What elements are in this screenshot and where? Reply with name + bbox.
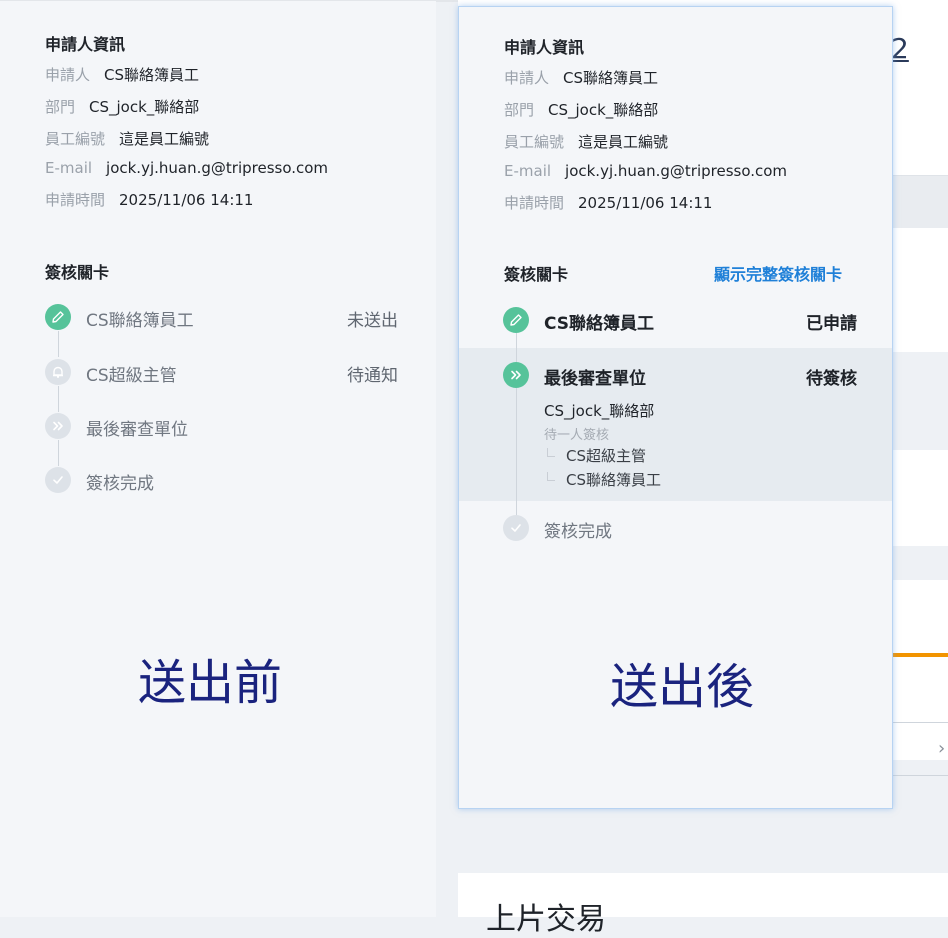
field-value: jock.yj.huan.g@tripresso.com xyxy=(106,159,329,177)
field-value: 2025/11/06 14:11 xyxy=(578,194,713,212)
step-label: 簽核完成 xyxy=(86,474,154,494)
field-applied-time: 申請時間 2025/11/06 14:11 xyxy=(45,189,253,210)
step-connector xyxy=(516,388,517,516)
applicant-info-title: 申請人資訊 xyxy=(504,38,585,57)
step-label: CS聯絡簿員工 xyxy=(86,311,194,331)
step-status: 待通知 xyxy=(347,366,398,386)
field-label: E-mail xyxy=(45,159,93,177)
approval-stages-title: 簽核關卡 xyxy=(504,265,569,284)
tree-branch xyxy=(547,448,555,457)
step-label: 最後審查單位 xyxy=(544,369,646,389)
field-applicant: 申請人 CS聯絡簿員工 xyxy=(504,67,658,88)
stage-member: CS聯絡簿員工 xyxy=(566,471,661,489)
stage-member: CS超級主管 xyxy=(566,447,646,465)
tree-branch xyxy=(547,472,555,481)
field-applied-time: 申請時間 2025/11/06 14:11 xyxy=(504,192,712,213)
step-connector xyxy=(58,440,59,466)
step-label: CS超級主管 xyxy=(86,366,177,386)
field-label: 部門 xyxy=(45,98,76,116)
pencil-icon xyxy=(45,304,71,330)
field-value: 2025/11/06 14:11 xyxy=(119,191,254,209)
field-label: E-mail xyxy=(504,162,552,180)
step-connector xyxy=(58,331,59,357)
field-label: 申請人 xyxy=(504,69,550,87)
field-label: 申請時間 xyxy=(45,191,106,209)
step-connector xyxy=(516,333,517,363)
check-icon xyxy=(503,515,529,541)
stage-hint: 待一人簽核 xyxy=(544,428,610,443)
field-label: 員工編號 xyxy=(45,130,106,148)
step-label: 最後審查單位 xyxy=(86,420,188,440)
bg-partial-number: 2 xyxy=(891,32,909,65)
applicant-info-title: 申請人資訊 xyxy=(45,35,126,54)
field-employee-id: 員工編號 這是員工編號 xyxy=(504,131,668,152)
field-value: jock.yj.huan.g@tripresso.com xyxy=(565,162,788,180)
field-label: 部門 xyxy=(504,101,535,119)
show-full-stages-link[interactable]: 顯示完整簽核關卡 xyxy=(714,261,842,285)
step-status: 已申請 xyxy=(806,314,857,334)
field-label: 申請人 xyxy=(45,66,91,84)
check-icon xyxy=(45,467,71,493)
field-value: CS聯絡簿員工 xyxy=(104,66,200,84)
caption-before: 送出前 xyxy=(138,655,283,711)
after-submit-card: 申請人資訊 申請人 CS聯絡簿員工 部門 CS_jock_聯絡部 員工編號 這是員工編… xyxy=(458,6,893,809)
pencil-icon xyxy=(503,307,529,333)
field-value: CS_jock_聯絡部 xyxy=(89,98,200,116)
step-status: 待簽核 xyxy=(806,369,857,389)
caption-after: 送出後 xyxy=(610,659,755,715)
field-department: 部門 CS_jock_聯絡部 xyxy=(504,99,658,120)
bg-orange-bar xyxy=(886,653,948,657)
field-applicant: 申請人 CS聯絡簿員工 xyxy=(45,64,199,85)
field-value: CS_jock_聯絡部 xyxy=(548,101,659,119)
before-submit-panel: 申請人資訊 申請人 CS聯絡簿員工 部門 CS_jock_聯絡部 員工編號 這是員工編… xyxy=(0,0,436,917)
step-label: 簽核完成 xyxy=(544,522,612,542)
stage-department: CS_jock_聯絡部 xyxy=(544,402,655,420)
step-connector xyxy=(58,386,59,412)
field-value: 這是員工編號 xyxy=(578,133,669,151)
field-department: 部門 CS_jock_聯絡部 xyxy=(45,96,199,117)
field-email: E-mail jock.yj.huan.g@tripresso.com xyxy=(45,159,328,177)
field-label: 員工編號 xyxy=(504,133,565,151)
double-chevron-icon xyxy=(503,362,529,388)
bg-partial-heading: 上片交易 xyxy=(486,902,606,937)
step-label: CS聯絡簿員工 xyxy=(544,314,655,334)
field-label: 申請時間 xyxy=(504,194,565,212)
step-status: 未送出 xyxy=(347,311,398,331)
approval-stages-title: 簽核關卡 xyxy=(45,263,110,282)
chevron-right-icon[interactable]: › xyxy=(938,738,945,759)
bell-icon xyxy=(45,359,71,385)
field-value: 這是員工編號 xyxy=(119,130,210,148)
field-employee-id: 員工編號 這是員工編號 xyxy=(45,128,209,149)
field-value: CS聯絡簿員工 xyxy=(563,69,659,87)
field-email: E-mail jock.yj.huan.g@tripresso.com xyxy=(504,162,787,180)
double-chevron-icon xyxy=(45,413,71,439)
